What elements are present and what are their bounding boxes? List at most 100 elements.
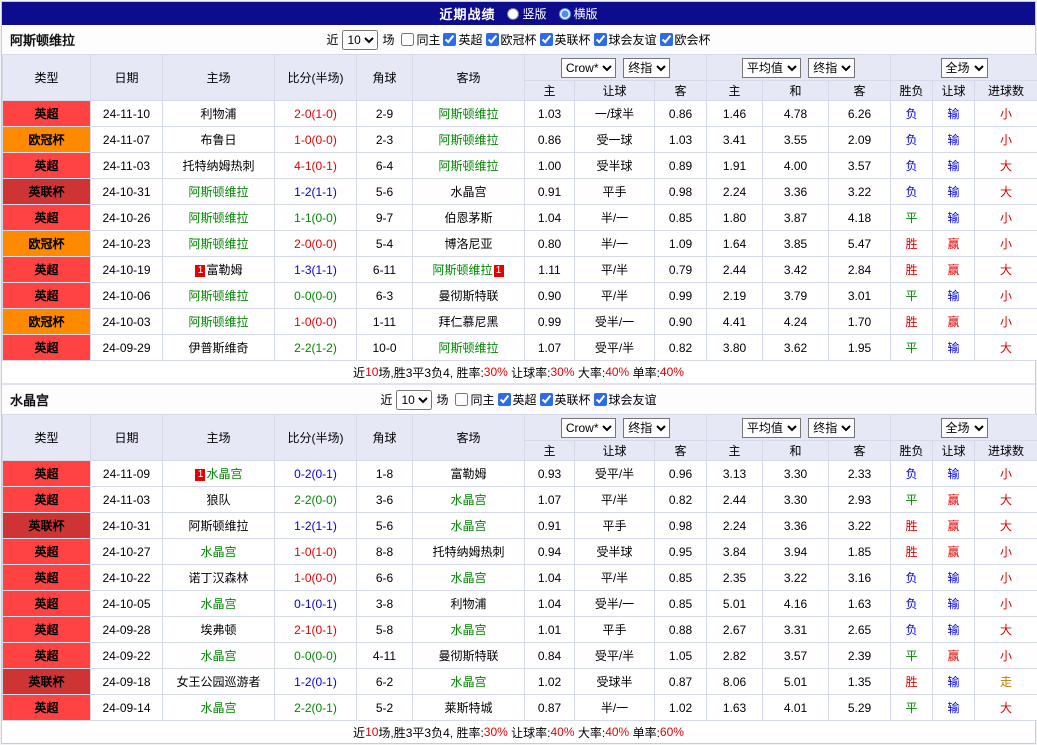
vertical-radio[interactable] (507, 8, 519, 20)
score-cell: 1-0(0-0) (275, 127, 357, 153)
final-odds-select-2[interactable]: 终指 (808, 418, 855, 438)
match-row: 英超24-09-29伊普斯维奇2-2(1-2)10-0阿斯顿维拉1.07受平/半… (3, 335, 1037, 361)
score-cell: 2-0(1-0) (275, 101, 357, 127)
league-filter[interactable]: 英超 (498, 391, 537, 408)
team-name: 水晶宫 (206, 467, 242, 481)
handicap-cell: 受平/半 (575, 461, 655, 487)
league-filter-checkbox[interactable] (455, 393, 468, 406)
result-goals-cell: 大 (975, 487, 1037, 513)
date-cell: 24-09-28 (91, 617, 163, 643)
handicap-cell: 半/一 (575, 695, 655, 721)
average-select[interactable]: 平均值 (742, 58, 801, 78)
games-count-select[interactable]: 10 (342, 30, 378, 50)
avg-away-cell: 1.85 (829, 539, 891, 565)
league-filter-checkbox[interactable] (486, 33, 499, 46)
red-card-badge: 1 (494, 265, 504, 277)
league-filter-checkbox[interactable] (540, 393, 553, 406)
home-team-cell: 伊普斯维奇 (163, 335, 275, 361)
col-home: 主场 (163, 415, 275, 461)
league-filter-checkbox[interactable] (594, 33, 607, 46)
odds-away-cell: 0.85 (655, 565, 707, 591)
league-filter[interactable]: 同主 (455, 391, 494, 408)
score-cell: 2-2(0-1) (275, 695, 357, 721)
away-team-cell: 阿斯顿维拉 (413, 127, 525, 153)
avg-home-cell: 2.19 (707, 283, 763, 309)
bookmaker-select[interactable]: Crow* (561, 58, 616, 78)
avg-draw-cell: 3.57 (763, 643, 829, 669)
odds-away-cell: 0.96 (655, 461, 707, 487)
home-team-cell: 水晶宫 (163, 643, 275, 669)
league-filter[interactable]: 球会友谊 (594, 391, 657, 408)
horizontal-radio-label: 横版 (574, 5, 598, 22)
away-team-cell: 水晶宫 (413, 179, 525, 205)
col-type: 类型 (3, 415, 91, 461)
match-row: 英超24-09-14水晶宫2-2(0-1)5-2莱斯特城0.87半/一1.021… (3, 695, 1037, 721)
games-count-select[interactable]: 10 (396, 390, 432, 410)
match-row: 英超24-09-28埃弗顿2-1(0-1)5-8水晶宫1.01平手0.882.6… (3, 617, 1037, 643)
league-filter[interactable]: 欧会杯 (660, 31, 711, 48)
league-filter-checkbox[interactable] (594, 393, 607, 406)
league-filter[interactable]: 球会友谊 (594, 31, 657, 48)
col-date: 日期 (91, 55, 163, 101)
corners-cell: 6-6 (357, 565, 413, 591)
away-team-cell: 阿斯顿维拉1 (413, 257, 525, 283)
league-cell: 英超 (3, 257, 91, 283)
date-cell: 24-10-06 (91, 283, 163, 309)
result-wdl-cell: 平 (891, 487, 933, 513)
score-cell: 1-0(1-0) (275, 539, 357, 565)
result-handicap-cell: 输 (933, 591, 975, 617)
odds-away-cell: 0.98 (655, 513, 707, 539)
home-team-cell: 阿斯顿维拉 (163, 513, 275, 539)
result-wdl-cell: 平 (891, 205, 933, 231)
team-name: 水晶宫 (450, 519, 486, 533)
avg-draw-cell: 4.24 (763, 309, 829, 335)
summary-segment: 30% (551, 365, 575, 379)
league-cell: 英超 (3, 335, 91, 361)
league-filter-checkbox[interactable] (540, 33, 553, 46)
fulltime-select[interactable]: 全场 (941, 418, 988, 438)
league-filter-checkbox[interactable] (401, 33, 414, 46)
fulltime-select[interactable]: 全场 (941, 58, 988, 78)
league-filter[interactable]: 英超 (443, 31, 482, 48)
league-filter[interactable]: 英联杯 (540, 391, 591, 408)
odds-home-cell: 1.03 (525, 101, 575, 127)
team-name: 水晶宫 (450, 675, 486, 689)
league-filter[interactable]: 同主 (401, 31, 440, 48)
match-row: 英超24-11-091水晶宫0-2(0-1)1-8富勒姆0.93受平/半0.96… (3, 461, 1037, 487)
league-filter[interactable]: 欧冠杯 (486, 31, 537, 48)
avg-home-cell: 1.64 (707, 231, 763, 257)
corners-cell: 8-8 (357, 539, 413, 565)
avg-away-cell: 5.47 (829, 231, 891, 257)
date-cell: 24-11-03 (91, 153, 163, 179)
league-filter-checkbox[interactable] (443, 33, 456, 46)
handicap-cell: 受平/半 (575, 643, 655, 669)
bookmaker-select[interactable]: Crow* (561, 418, 616, 438)
layout-option-vertical[interactable]: 竖版 (507, 5, 546, 22)
odds-home-cell: 0.84 (525, 643, 575, 669)
odds-away-cell: 1.05 (655, 643, 707, 669)
home-team-cell: 诺丁汉森林 (163, 565, 275, 591)
summary-segment: 单率: (629, 364, 660, 381)
average-select[interactable]: 平均值 (742, 418, 801, 438)
final-odds-select-1[interactable]: 终指 (623, 58, 670, 78)
match-row: 英联杯24-09-18女王公园巡游者1-2(0-1)6-2水晶宫1.02受球半0… (3, 669, 1037, 695)
odds-away-cell: 0.89 (655, 153, 707, 179)
summary-segment: 大率: (575, 364, 606, 381)
avg-home-cell: 2.24 (707, 179, 763, 205)
league-filter-checkbox[interactable] (498, 393, 511, 406)
league-filter[interactable]: 英联杯 (540, 31, 591, 48)
horizontal-radio[interactable] (559, 8, 571, 20)
results-table: 类型 日期 主场 比分(半场) 角球 客场 Crow* 终指 平均值 终指 (2, 54, 1037, 361)
games-label: 场 (436, 391, 448, 408)
final-odds-select-2[interactable]: 终指 (808, 58, 855, 78)
result-wdl-cell: 负 (891, 617, 933, 643)
team-name: 水晶宫 (450, 571, 486, 585)
avg-away-cell: 3.22 (829, 179, 891, 205)
league-filter-checkbox[interactable] (660, 33, 673, 46)
final-odds-select-1[interactable]: 终指 (623, 418, 670, 438)
result-handicap-cell: 赢 (933, 643, 975, 669)
odds-home-cell: 1.01 (525, 617, 575, 643)
avg-draw-cell: 3.30 (763, 487, 829, 513)
avg-draw-cell: 3.22 (763, 565, 829, 591)
layout-option-horizontal[interactable]: 横版 (559, 5, 598, 22)
